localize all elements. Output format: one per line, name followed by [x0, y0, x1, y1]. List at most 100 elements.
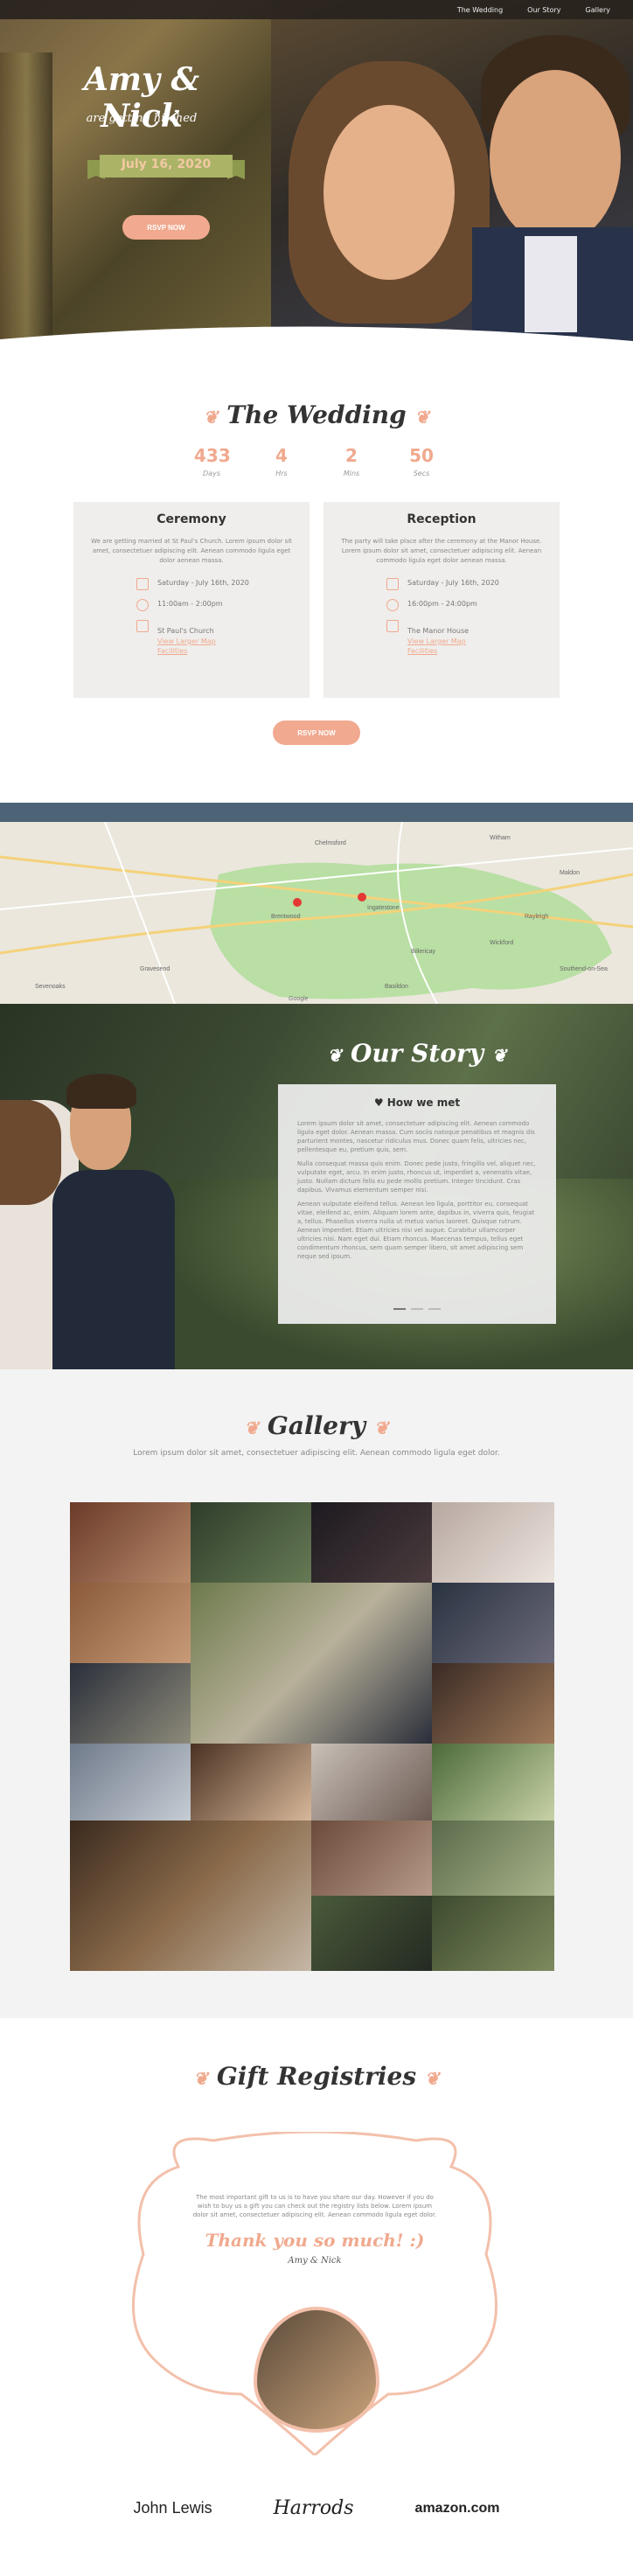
ceremony-date: Saturday - July 16th, 2020: [157, 579, 249, 587]
countdown-hours: 4 Hrs: [264, 445, 299, 477]
gallery-photo[interactable]: [311, 1896, 432, 1971]
gallery-section: ❦ Gallery ❦ Lorem ipsum dolor sit amet, …: [0, 1369, 633, 2018]
countdown-label: Hrs: [275, 470, 288, 477]
countdown-mins: 2 Mins: [334, 445, 369, 477]
map-pin-icon[interactable]: [293, 898, 302, 907]
nav-item-gallery[interactable]: Gallery: [586, 6, 611, 14]
gifts-thanks: Thank you so much! :): [205, 2230, 425, 2251]
story-carousel-dots: [278, 1308, 556, 1310]
ceremony-title: Ceremony: [157, 512, 226, 526]
map-label: Chelmsford: [315, 840, 346, 846]
wedding-title-row: ❦ The Wedding ❦: [0, 400, 633, 429]
countdown-label: Days: [203, 470, 220, 477]
hero-date: July 16, 2020: [121, 157, 212, 171]
gallery-photo[interactable]: [432, 1896, 554, 1971]
groom-figure: [52, 1170, 175, 1369]
gallery-subtitle: Lorem ipsum dolor sit amet, consectetuer…: [133, 1449, 500, 1458]
gallery-photo[interactable]: [191, 1502, 311, 1583]
reception-desc: The party will take place after the cere…: [341, 538, 542, 564]
gallery-photo[interactable]: [432, 1502, 554, 1583]
ceremony-facilities-link[interactable]: Facilities: [157, 646, 216, 656]
bride-face: [323, 105, 455, 280]
gallery-title: Gallery: [267, 1411, 366, 1440]
gifts-text: The most important gift to us is to have…: [192, 2194, 437, 2218]
story-paragraph: Aenean vulputate eleifend tellus. Aenean…: [297, 1201, 535, 1260]
harrods-logo[interactable]: Harrods: [274, 2497, 354, 2519]
gallery-photo[interactable]: [311, 1744, 432, 1821]
reception-card: Reception The party will take place afte…: [323, 502, 560, 698]
hero-rsvp-button[interactable]: RSVP NOW: [122, 215, 210, 240]
gallery-grid: [70, 1502, 554, 1971]
map-label: Ingatestone: [367, 905, 400, 911]
reception-venue: The Manor House: [407, 627, 470, 635]
hero-subtitle: are getting hitched: [86, 112, 198, 125]
leaf-flourish-icon: ❦: [203, 407, 219, 428]
countdown-label: Secs: [413, 470, 430, 477]
top-nav: The Wedding Our Story Gallery: [0, 0, 633, 19]
gallery-photo[interactable]: [70, 1502, 191, 1583]
hero-section: Amy & Nick are getting hitched July 16, …: [0, 0, 633, 357]
gallery-photo[interactable]: [432, 1744, 554, 1821]
wedding-title: The Wedding: [226, 400, 407, 429]
story-title: Our Story: [350, 1039, 484, 1068]
ceremony-time: 11:00am - 2:00pm: [157, 600, 223, 608]
gallery-photo[interactable]: [70, 1663, 191, 1744]
countdown-value: 433: [194, 445, 231, 466]
clock-icon: [386, 599, 399, 611]
story-paragraph: Lorem ipsum dolor sit amet, consectetuer…: [297, 1120, 535, 1153]
countdown-label: Mins: [343, 470, 360, 477]
gallery-photo[interactable]: [191, 1744, 311, 1821]
story-paragraph: Nulla consequat massa quis enim. Donec p…: [297, 1160, 536, 1194]
map-label: Sevenoaks: [35, 984, 66, 990]
reception-map-link[interactable]: View Larger Map: [407, 637, 469, 646]
countdown-secs: 50 Secs: [404, 445, 439, 477]
nav-item-wedding[interactable]: The Wedding: [457, 6, 503, 14]
registry-logos: John Lewis Harrods amazon.com: [0, 2497, 633, 2519]
groom-face: [490, 70, 621, 245]
carousel-dot[interactable]: [428, 1308, 441, 1310]
hero-curve: [0, 326, 633, 357]
carousel-dot[interactable]: [393, 1308, 406, 1310]
gallery-title-row: ❦ Gallery ❦: [0, 1411, 633, 1440]
gallery-photo[interactable]: [191, 1583, 432, 1744]
map-canvas[interactable]: Chelmsford Ingatestone Billericay Brentw…: [0, 822, 633, 1004]
map-label: Gravesend: [140, 966, 170, 972]
reception-facilities-link[interactable]: Facilities: [407, 646, 469, 656]
countdown-days: 433 Days: [194, 445, 231, 477]
gallery-photo[interactable]: [311, 1502, 432, 1583]
gifts-section: ❦ Gift Registries ❦ The most important g…: [0, 2018, 633, 2559]
map-section[interactable]: Chelmsford Ingatestone Billericay Brentw…: [0, 803, 633, 1004]
gallery-photo[interactable]: [432, 1663, 554, 1744]
amazon-logo[interactable]: amazon.com: [415, 2501, 500, 2517]
leaf-flourish-icon: ❦: [491, 1045, 507, 1066]
story-card: ♥ How we met Lorem ipsum dolor sit amet,…: [278, 1084, 556, 1324]
ceremony-time-row: 11:00am - 2:00pm: [91, 599, 292, 611]
gallery-photo[interactable]: [70, 1583, 191, 1663]
ceremony-map-link[interactable]: View Larger Map: [157, 637, 216, 646]
gallery-photo[interactable]: [432, 1583, 554, 1663]
countdown-value: 4: [275, 445, 288, 466]
gallery-photo[interactable]: [432, 1821, 554, 1896]
gallery-photo[interactable]: [70, 1821, 311, 1971]
map-pin-icon[interactable]: [358, 893, 366, 902]
wedding-rsvp-button[interactable]: RSVP NOW: [273, 721, 360, 745]
ceremony-venue-row: St Paul's Church View Larger Map Facilit…: [91, 620, 292, 656]
map-label: Witham: [490, 835, 511, 841]
countdown-value: 50: [409, 445, 434, 466]
map-label: Brentwood: [271, 914, 301, 920]
reception-date-row: Saturday - July 16th, 2020: [341, 578, 542, 590]
leaf-flourish-icon: ❦: [414, 407, 430, 428]
leaf-flourish-icon: ❦: [327, 1045, 343, 1066]
gifts-signature: Amy & Nick: [288, 2256, 342, 2266]
story-section: ❦ Our Story ❦ ♥ How we met Lorem ipsum d…: [0, 1004, 633, 1369]
calendar-icon: [136, 578, 149, 590]
john-lewis-logo[interactable]: John Lewis: [134, 2499, 212, 2517]
nav-item-story[interactable]: Our Story: [527, 6, 560, 14]
carousel-dot[interactable]: [411, 1308, 423, 1310]
ceremony-date-row: Saturday - July 16th, 2020: [91, 578, 292, 590]
gallery-photo[interactable]: [311, 1821, 432, 1896]
map-header-bar: [0, 803, 633, 822]
gallery-photo[interactable]: [70, 1744, 191, 1821]
map-label: Basildon: [385, 984, 408, 990]
leaf-flourish-icon: ❦: [193, 2068, 209, 2089]
